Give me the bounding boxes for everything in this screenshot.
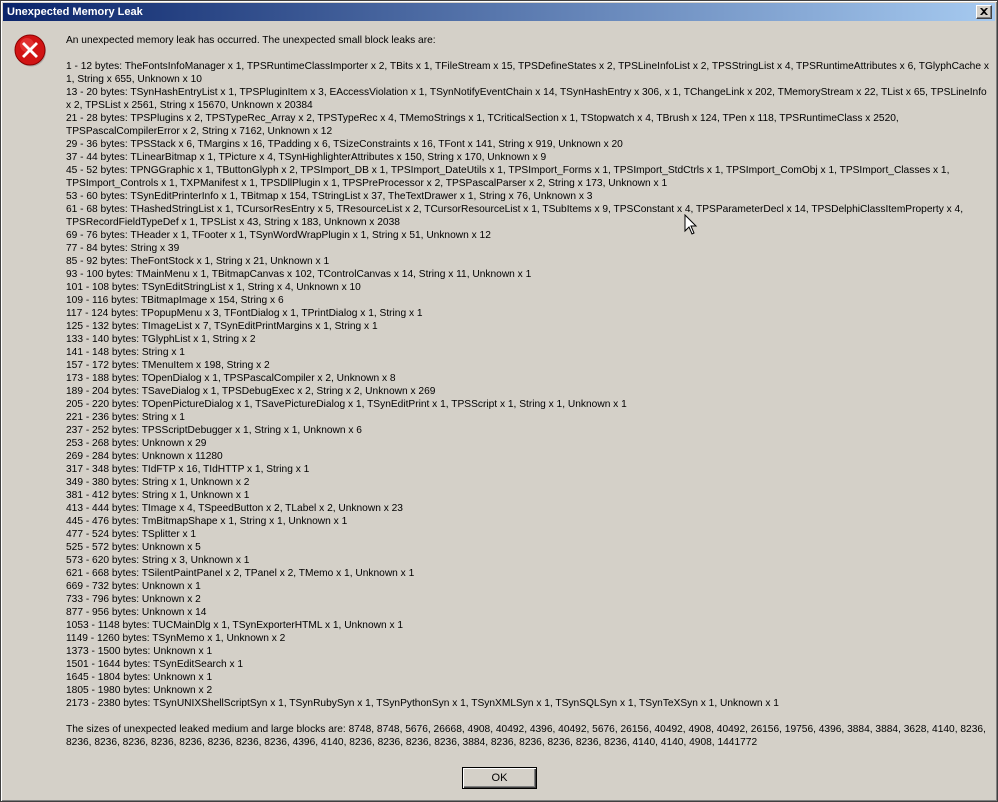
- memory-leak-dialog: Unexpected Memory Leak An unexpected mem…: [0, 0, 998, 802]
- leak-line: 37 - 44 bytes: TLinearBitmap x 1, TPictu…: [66, 152, 547, 163]
- leak-line: 117 - 124 bytes: TPopupMenu x 3, TFontDi…: [66, 308, 423, 319]
- window-title: Unexpected Memory Leak: [7, 6, 143, 18]
- leak-line: 269 - 284 bytes: Unknown x 11280: [66, 451, 223, 462]
- leak-line: 61 - 68 bytes: THashedStringList x 1, TC…: [66, 204, 964, 228]
- leak-line: 253 - 268 bytes: Unknown x 29: [66, 438, 207, 449]
- leak-line: 141 - 148 bytes: String x 1: [66, 347, 185, 358]
- leak-line: 1645 - 1804 bytes: Unknown x 1: [66, 672, 213, 683]
- leak-line: 1805 - 1980 bytes: Unknown x 2: [66, 685, 213, 696]
- leak-line: 125 - 132 bytes: TImageList x 7, TSynEdi…: [66, 321, 378, 332]
- ok-button[interactable]: OK: [462, 767, 537, 789]
- leak-line: 221 - 236 bytes: String x 1: [66, 412, 185, 423]
- leak-line: 77 - 84 bytes: String x 39: [66, 243, 180, 254]
- leak-line: 525 - 572 bytes: Unknown x 5: [66, 542, 201, 553]
- leak-line: 101 - 108 bytes: TSynEditStringList x 1,…: [66, 282, 361, 293]
- leak-line: 13 - 20 bytes: TSynHashEntryList x 1, TP…: [66, 87, 987, 111]
- leak-line: 349 - 380 bytes: String x 1, Unknown x 2: [66, 477, 250, 488]
- mouse-cursor-icon: [684, 214, 698, 235]
- leak-line: 573 - 620 bytes: String x 3, Unknown x 1: [66, 555, 250, 566]
- leak-line: 157 - 172 bytes: TMenuItem x 198, String…: [66, 360, 270, 371]
- leak-line: 205 - 220 bytes: TOpenPictureDialog x 1,…: [66, 399, 627, 410]
- close-icon: [980, 8, 988, 15]
- leak-line: 53 - 60 bytes: TSynEditPrinterInfo x 1, …: [66, 191, 593, 202]
- leak-line: 413 - 444 bytes: TImage x 4, TSpeedButto…: [66, 503, 403, 514]
- leak-line: 21 - 28 bytes: TPSPlugins x 2, TPSTypeRe…: [66, 113, 899, 137]
- leak-message: An unexpected memory leak has occurred. …: [66, 34, 991, 749]
- small-block-leak-list: 1 - 12 bytes: TheFontsInfoManager x 1, T…: [66, 60, 991, 710]
- leak-line: 733 - 796 bytes: Unknown x 2: [66, 594, 201, 605]
- leak-line: 109 - 116 bytes: TBitmapImage x 154, Str…: [66, 295, 284, 306]
- leak-line: 173 - 188 bytes: TOpenDialog x 1, TPSPas…: [66, 373, 396, 384]
- leak-line: 317 - 348 bytes: TIdFTP x 16, TIdHTTP x …: [66, 464, 310, 475]
- close-button[interactable]: [976, 5, 992, 19]
- leak-intro: An unexpected memory leak has occurred. …: [66, 35, 436, 46]
- leak-line: 1149 - 1260 bytes: TSynMemo x 1, Unknown…: [66, 633, 286, 644]
- leak-line: 189 - 204 bytes: TSaveDialog x 1, TPSDeb…: [66, 386, 436, 397]
- title-bar[interactable]: Unexpected Memory Leak: [3, 3, 995, 21]
- leak-line: 877 - 956 bytes: Unknown x 14: [66, 607, 207, 618]
- leak-line: 69 - 76 bytes: THeader x 1, TFooter x 1,…: [66, 230, 491, 241]
- leak-line: 133 - 140 bytes: TGlyphList x 1, String …: [66, 334, 256, 345]
- leak-line: 445 - 476 bytes: TmBitmapShape x 1, Stri…: [66, 516, 348, 527]
- leak-line: 1501 - 1644 bytes: TSynEditSearch x 1: [66, 659, 244, 670]
- leak-line: 29 - 36 bytes: TPSStack x 6, TMargins x …: [66, 139, 623, 150]
- medium-large-block-sizes: The sizes of unexpected leaked medium an…: [66, 724, 986, 748]
- leak-line: 621 - 668 bytes: TSilentPaintPanel x 2, …: [66, 568, 415, 579]
- leak-line: 669 - 732 bytes: Unknown x 1: [66, 581, 201, 592]
- leak-line: 45 - 52 bytes: TPNGGraphic x 1, TButtonG…: [66, 165, 950, 189]
- leak-line: 85 - 92 bytes: TheFontStock x 1, String …: [66, 256, 330, 267]
- leak-line: 477 - 524 bytes: TSplitter x 1: [66, 529, 197, 540]
- leak-line: 1053 - 1148 bytes: TUCMainDlg x 1, TSynE…: [66, 620, 404, 631]
- leak-line: 381 - 412 bytes: String x 1, Unknown x 1: [66, 490, 250, 501]
- leak-line: 237 - 252 bytes: TPSScriptDebugger x 1, …: [66, 425, 362, 436]
- leak-line: 93 - 100 bytes: TMainMenu x 1, TBitmapCa…: [66, 269, 532, 280]
- error-icon: [14, 34, 46, 67]
- leak-line: 1 - 12 bytes: TheFontsInfoManager x 1, T…: [66, 61, 989, 85]
- leak-line: 1373 - 1500 bytes: Unknown x 1: [66, 646, 213, 657]
- leak-line: 2173 - 2380 bytes: TSynUNIXShellScriptSy…: [66, 698, 779, 709]
